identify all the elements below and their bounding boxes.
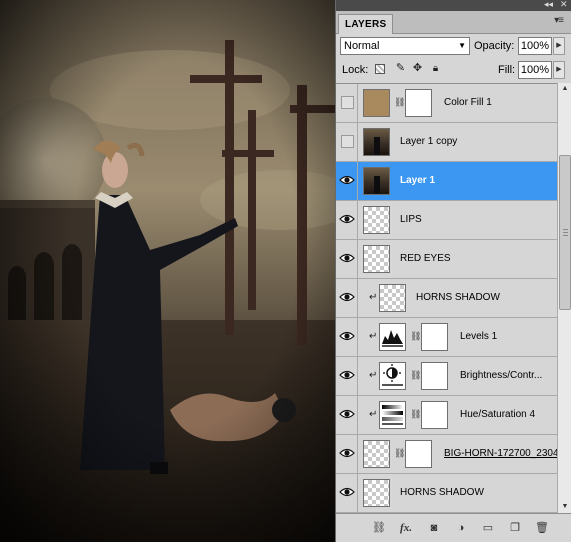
layer-name[interactable]: RED EYES <box>400 253 451 265</box>
layer-row[interactable]: RED EYES <box>336 240 557 279</box>
layer-mask-thumbnail[interactable] <box>421 362 448 390</box>
clipping-arrow-icon: ↵ <box>369 370 378 381</box>
transparent-layer-thumbnail[interactable] <box>363 245 390 273</box>
layer-thumbnail[interactable] <box>363 167 390 195</box>
visibility-eye-icon[interactable] <box>336 240 358 278</box>
layer-list-scrollbar[interactable]: ▲ ▼ <box>557 83 571 513</box>
fx-icon[interactable]: fx. <box>398 520 414 536</box>
trash-icon[interactable]: 🗑︎ <box>534 520 550 536</box>
fill-label: Fill: <box>498 64 516 76</box>
opacity-slider-button[interactable]: ▶ <box>553 37 565 55</box>
visibility-eye-icon[interactable] <box>336 318 358 356</box>
transparent-layer-thumbnail[interactable] <box>363 440 390 468</box>
link-layers-icon[interactable]: ⛓︎ <box>371 520 387 536</box>
hue-saturation-adjustment-icon[interactable] <box>379 401 406 429</box>
add-mask-icon[interactable]: ◙ <box>426 520 442 536</box>
tab-layers[interactable]: LAYERS <box>338 14 394 34</box>
lock-position-icon[interactable]: ✥ <box>411 62 424 75</box>
opacity-input[interactable]: 100% <box>518 37 552 55</box>
fill-slider-button[interactable]: ▶ <box>553 61 565 79</box>
panel-menu-icon[interactable]: ▾≡ <box>554 15 564 26</box>
layer-name[interactable]: Levels 1 <box>460 331 497 343</box>
layer-row[interactable]: ↵ ⛓︎ Levels 1 <box>336 318 557 357</box>
lock-transparent-icon[interactable] <box>375 64 385 74</box>
layer-thumbnail[interactable] <box>363 128 390 156</box>
layer-row[interactable]: ↵ HORNS SHADOW <box>336 279 557 318</box>
levels-adjustment-icon[interactable] <box>379 323 406 351</box>
layer-mask-thumbnail[interactable] <box>405 89 432 117</box>
layer-name[interactable]: HORNS SHADOW <box>400 487 484 499</box>
scroll-up-icon[interactable]: ▲ <box>559 83 571 95</box>
scrollbar-thumb[interactable] <box>559 155 571 310</box>
transparent-layer-thumbnail[interactable] <box>363 479 390 507</box>
panel-titlebar: ◂◂ ✕ <box>336 0 571 11</box>
visibility-toggle[interactable] <box>336 84 358 122</box>
new-group-icon[interactable]: ▭ <box>480 520 496 536</box>
visibility-eye-icon[interactable] <box>336 201 358 239</box>
visibility-toggle[interactable] <box>336 123 358 161</box>
layer-row[interactable]: LIPS <box>336 201 557 240</box>
visibility-eye-icon[interactable] <box>336 357 358 395</box>
layer-row[interactable]: HORNS SHADOW <box>336 474 557 513</box>
transparent-layer-thumbnail[interactable] <box>363 206 390 234</box>
layer-row[interactable]: Layer 1 copy <box>336 123 557 162</box>
visibility-eye-icon[interactable] <box>336 279 358 317</box>
collapse-panel-icon[interactable]: ◂◂ <box>544 0 553 11</box>
mask-link-icon[interactable]: ⛓︎ <box>394 97 405 108</box>
close-panel-icon[interactable]: ✕ <box>560 0 568 11</box>
layer-row[interactable]: Layer 1 <box>336 162 557 201</box>
layer-row[interactable]: ⛓︎ BIG-HORN-172700_2304 <box>336 435 557 474</box>
mask-link-icon[interactable]: ⛓︎ <box>410 370 421 381</box>
mask-link-icon[interactable]: ⛓︎ <box>394 448 405 459</box>
layer-mask-thumbnail[interactable] <box>421 323 448 351</box>
visibility-eye-icon[interactable] <box>336 162 358 200</box>
layer-list: ⛓︎ Color Fill 1 Layer 1 copy Layer 1 LIPS RED… <box>336 83 557 513</box>
mask-link-icon[interactable]: ⛓︎ <box>410 331 421 342</box>
artwork-image <box>0 0 335 542</box>
lock-options-row: Lock: ✎ ✥ 🔒︎ Fill: 100% ▶ <box>336 57 571 83</box>
visibility-eye-icon[interactable] <box>336 435 358 473</box>
new-layer-icon[interactable]: ❐ <box>507 520 523 536</box>
panel-footer: ⛓︎ fx. ◙ ◑ ▭ ❐ 🗑︎ <box>336 513 571 542</box>
transparent-layer-thumbnail[interactable] <box>379 284 406 312</box>
clipping-arrow-icon: ↵ <box>369 292 378 303</box>
chevron-down-icon: ▼ <box>458 41 466 50</box>
brightness-contrast-adjustment-icon[interactable] <box>379 362 406 390</box>
blend-mode-value: Normal <box>344 40 380 52</box>
lock-label: Lock: <box>342 64 369 76</box>
lock-image-icon[interactable]: ✎ <box>394 62 407 75</box>
scroll-down-icon[interactable]: ▼ <box>559 501 571 513</box>
adjustment-layer-icon[interactable]: ◑ <box>453 520 469 536</box>
layer-name[interactable]: Layer 1 <box>400 175 435 187</box>
color-fill-thumbnail[interactable] <box>363 89 390 117</box>
layer-name[interactable]: Color Fill 1 <box>444 97 492 109</box>
layer-row[interactable]: ↵ ⛓︎ Hue/Saturation 4 <box>336 396 557 435</box>
layers-panel: ◂◂ ✕ LAYERS ▾≡ Normal ▼ Opacity: 100% ▶ … <box>335 0 571 542</box>
layer-row[interactable]: ⛓︎ Color Fill 1 <box>336 84 557 123</box>
layer-name[interactable]: Layer 1 copy <box>400 136 457 148</box>
clipping-arrow-icon: ↵ <box>369 331 378 342</box>
layer-row[interactable]: ↵ ⛓︎ Brightness/Contr... <box>336 357 557 396</box>
layer-name[interactable]: HORNS SHADOW <box>416 292 500 304</box>
opacity-label: Opacity: <box>474 40 515 52</box>
mask-link-icon[interactable]: ⛓︎ <box>410 409 421 420</box>
layer-mask-thumbnail[interactable] <box>421 401 448 429</box>
document-canvas[interactable] <box>0 0 335 542</box>
clipping-arrow-icon: ↵ <box>369 409 378 420</box>
lock-all-icon[interactable]: 🔒︎ <box>429 62 442 75</box>
layer-name[interactable]: Brightness/Contr... <box>460 370 542 382</box>
visibility-eye-icon[interactable] <box>336 474 358 512</box>
visibility-eye-icon[interactable] <box>336 396 358 434</box>
fill-input[interactable]: 100% <box>518 61 552 79</box>
layer-name[interactable]: BIG-HORN-172700_2304 <box>444 448 557 460</box>
panel-tab-row: LAYERS ▾≡ <box>336 11 571 34</box>
layer-name[interactable]: Hue/Saturation 4 <box>460 409 535 421</box>
layer-name[interactable]: LIPS <box>400 214 422 226</box>
blend-mode-select[interactable]: Normal ▼ <box>340 37 470 55</box>
layer-mask-thumbnail[interactable] <box>405 440 432 468</box>
